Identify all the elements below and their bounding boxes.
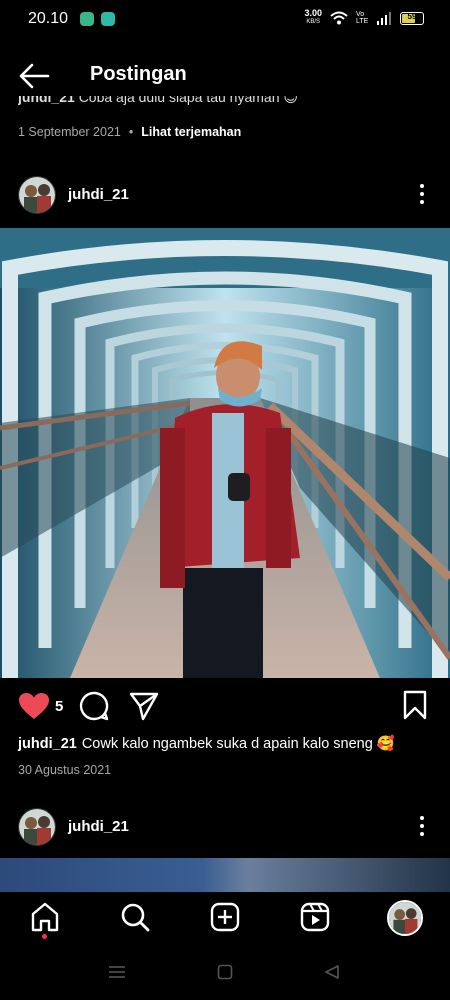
menu-icon	[109, 966, 125, 978]
heart-icon	[19, 693, 49, 719]
more-options-button[interactable]	[412, 812, 432, 840]
avatar-image	[19, 809, 55, 845]
bookmark-icon	[403, 690, 427, 720]
post-caption: juhdi_21 Cowk kalo ngambek suka d apain k…	[18, 735, 438, 752]
separator-dot: •	[128, 125, 134, 139]
battery-icon: 59	[400, 11, 424, 25]
post-photo	[0, 228, 450, 678]
home-system-button[interactable]	[217, 964, 233, 985]
status-indicators: 3.00 KB/S Vo LTE 59	[304, 9, 424, 27]
caption-text: Cowk kalo ngambek suka d apain kalo snen…	[81, 736, 395, 752]
network-speed: 3.00	[304, 8, 322, 18]
notification-dot	[42, 934, 47, 939]
signal-icon	[377, 11, 391, 25]
back-system-button[interactable]	[324, 964, 340, 985]
post-date: 1 September 2021	[18, 125, 121, 139]
status-time: 20.10	[28, 10, 69, 27]
more-options-button[interactable]	[412, 180, 432, 208]
like-button[interactable]	[18, 692, 50, 725]
comment-icon	[79, 691, 109, 721]
caption-username[interactable]: juhdi_21	[18, 736, 77, 752]
battery-level: 59	[407, 11, 417, 21]
more-dot	[420, 200, 424, 204]
notification-icon	[101, 12, 115, 26]
see-translation-link[interactable]: Lihat terjemahan	[141, 125, 241, 139]
post-image[interactable]	[0, 228, 450, 678]
nav-reels[interactable]	[298, 900, 332, 934]
next-post-image[interactable]	[0, 858, 450, 892]
arrow-left-icon	[19, 63, 50, 89]
home-icon	[31, 902, 59, 932]
reels-icon	[300, 902, 330, 932]
nav-new-post[interactable]	[208, 900, 242, 934]
notification-icon	[80, 12, 94, 26]
caption-text: Coba aja dulu siapa tau nyaman 😊	[78, 96, 298, 105]
more-dot	[420, 192, 424, 196]
post-username[interactable]: juhdi_21	[68, 186, 129, 203]
share-button[interactable]	[128, 690, 160, 727]
recent-apps-button[interactable]	[108, 965, 126, 984]
avatar-image	[19, 177, 55, 213]
next-post-username[interactable]: juhdi_21	[68, 818, 129, 835]
like-count[interactable]: 5	[55, 698, 63, 715]
avatar[interactable]	[18, 176, 56, 214]
page-title: Postingan	[90, 63, 187, 85]
previous-post-caption: juhdi_21 Coba aja dulu siapa tau nyaman …	[18, 96, 438, 112]
new-post-icon	[210, 902, 240, 932]
more-dot	[420, 824, 424, 828]
avatar-image	[389, 902, 421, 934]
more-dot	[420, 184, 424, 188]
nav-home[interactable]	[28, 900, 62, 934]
nav-profile-avatar[interactable]	[387, 900, 423, 936]
comment-button[interactable]	[78, 690, 110, 727]
square-icon	[217, 964, 233, 980]
wifi-icon	[330, 11, 348, 25]
more-dot	[420, 832, 424, 836]
nav-search[interactable]	[118, 900, 152, 934]
post-date: 30 Agustus 2021	[18, 763, 112, 777]
volte-label: Vo LTE	[356, 11, 369, 25]
caption-username[interactable]: juhdi_21	[18, 96, 75, 105]
back-button[interactable]	[18, 62, 52, 90]
search-icon	[121, 903, 150, 932]
send-icon	[129, 692, 159, 721]
save-button[interactable]	[402, 690, 428, 725]
previous-post-meta: 1 September 2021 • Lihat terjemahan	[18, 125, 241, 139]
network-unit: KB/S	[306, 19, 321, 25]
triangle-back-icon	[325, 965, 339, 979]
avatar[interactable]	[18, 808, 56, 846]
more-dot	[420, 816, 424, 820]
